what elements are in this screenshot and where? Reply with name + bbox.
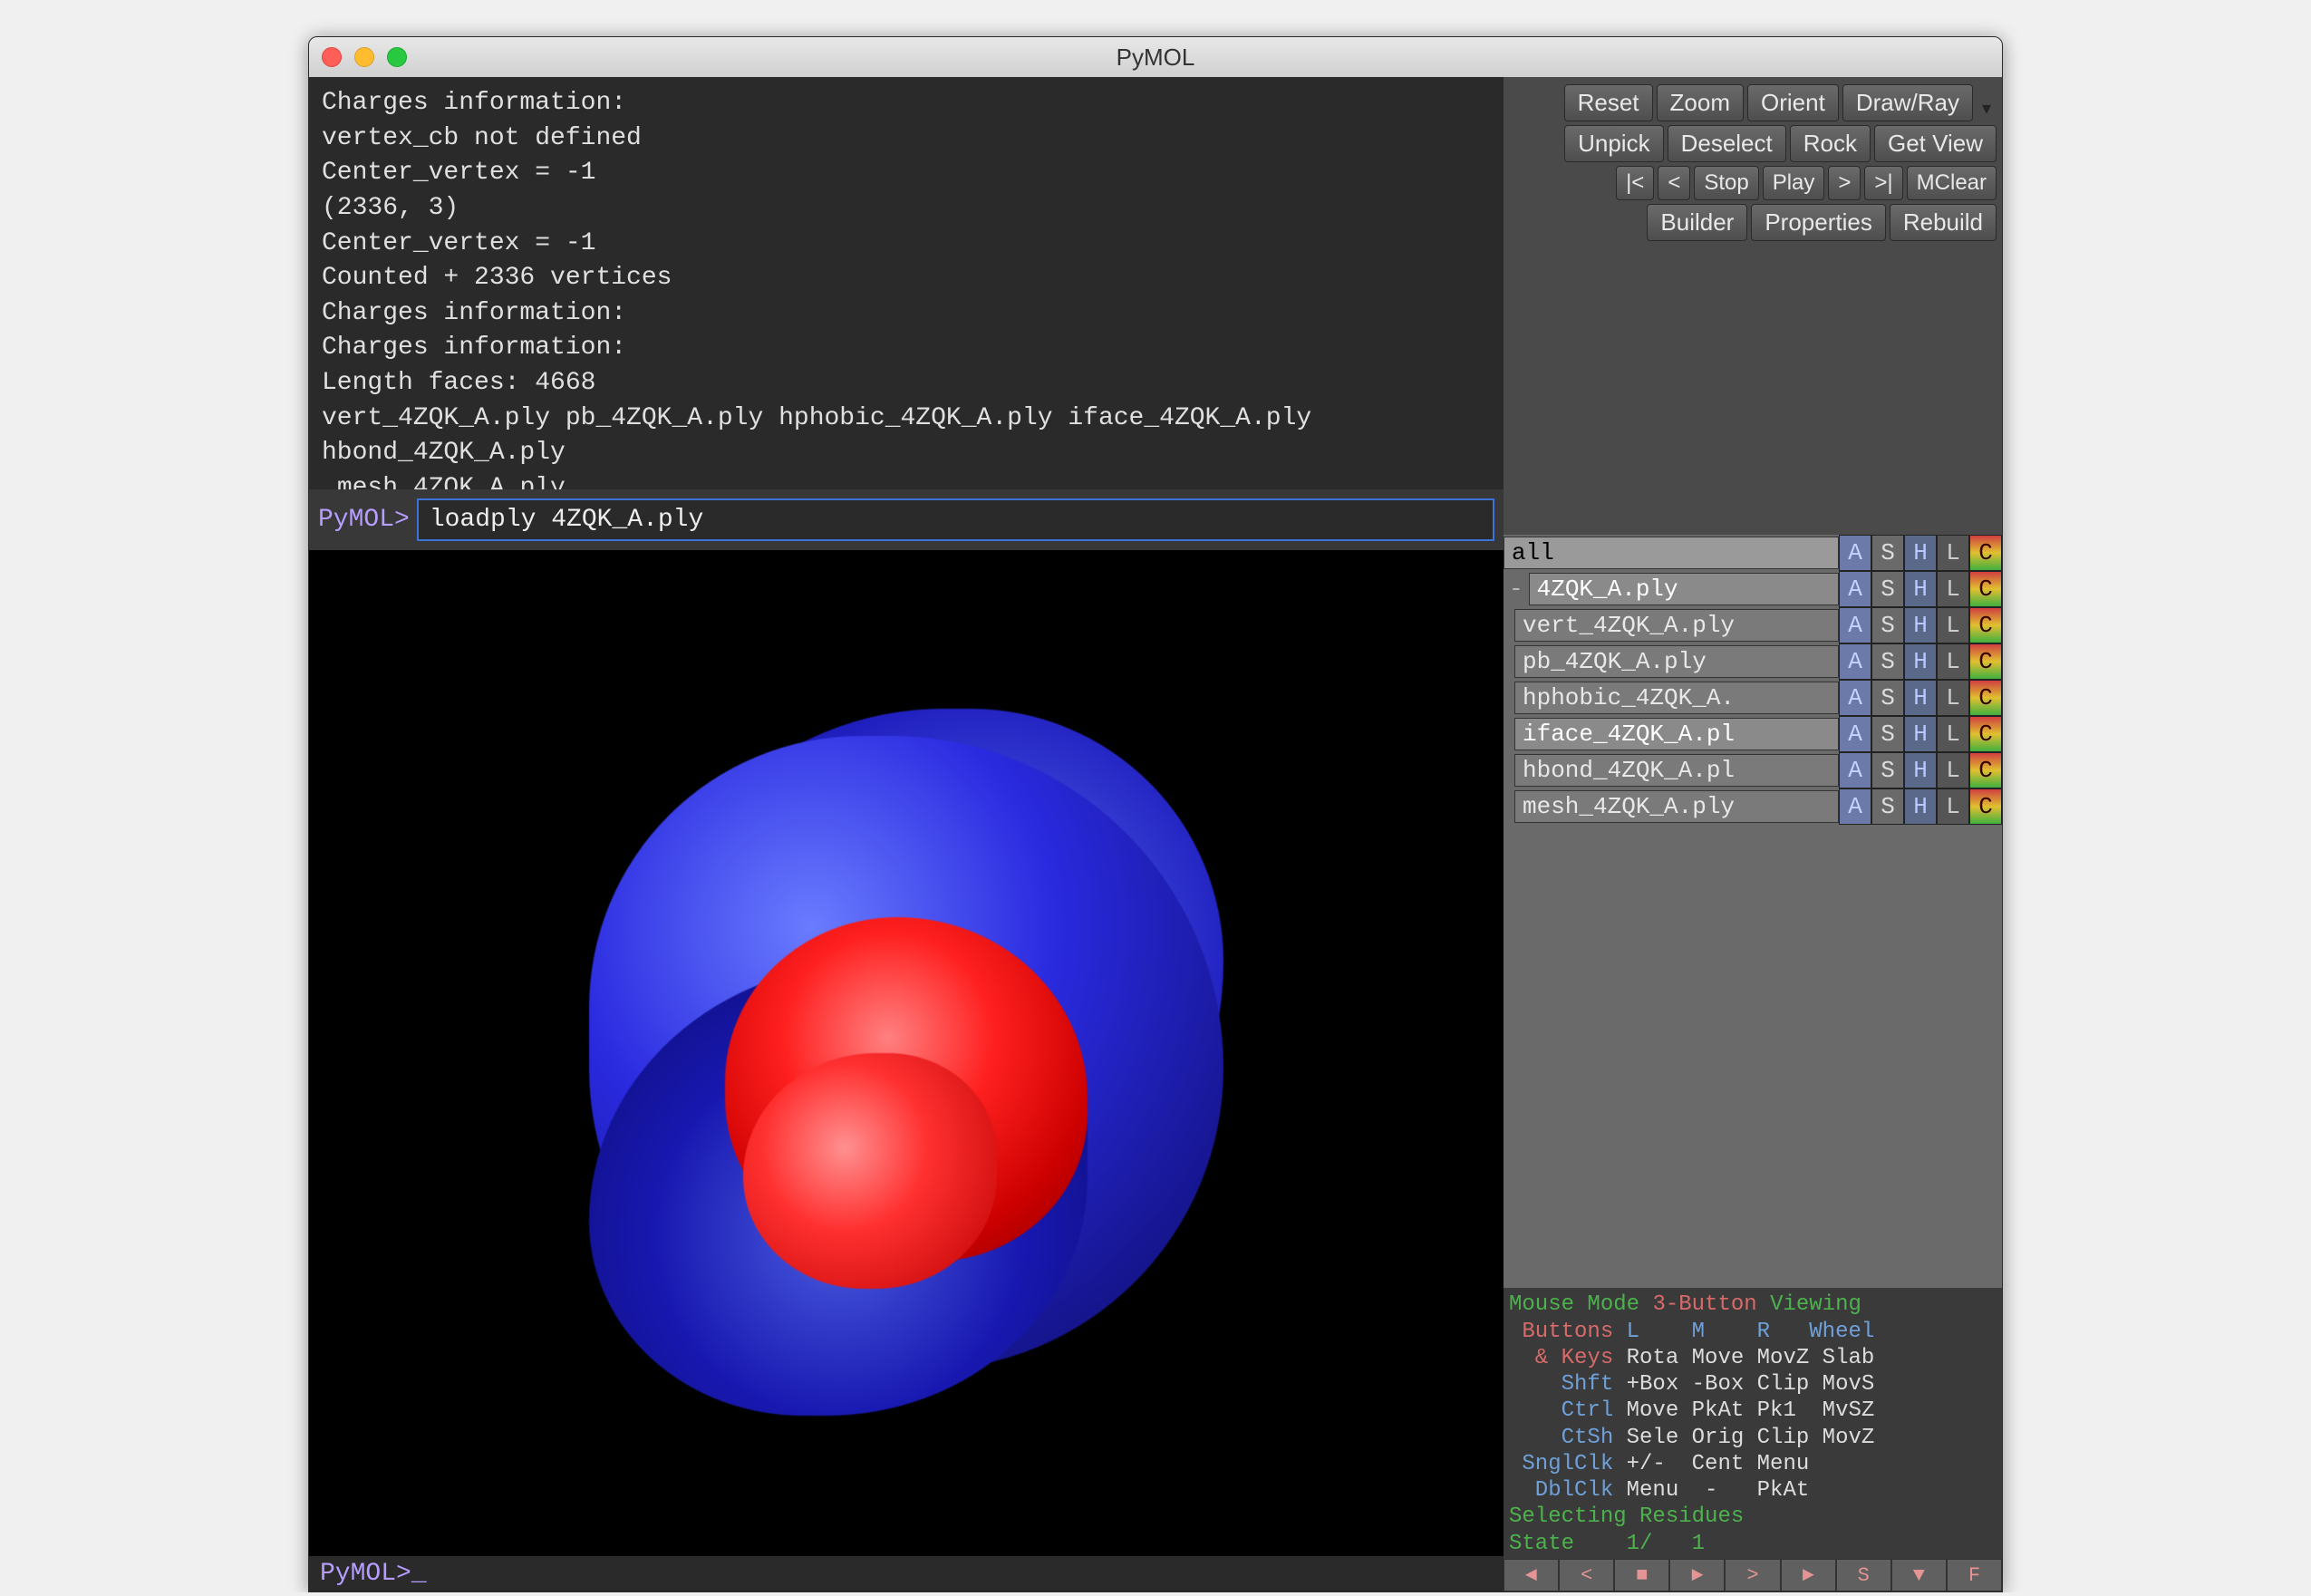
pymol-window: PyMOL Charges information: vertex_cb not… <box>308 36 2003 1592</box>
show-button[interactable]: S <box>1871 535 1904 571</box>
getview-button[interactable]: Get View <box>1874 125 1997 162</box>
mclear-button[interactable]: MClear <box>1907 166 1997 200</box>
playbar-fwd[interactable]: > <box>1725 1559 1780 1591</box>
mouse-mode-info: Mouse Mode 3-Button Viewing Buttons L M … <box>1504 1288 2002 1559</box>
unpick-button[interactable]: Unpick <box>1564 125 1663 162</box>
label-button[interactable]: L <box>1937 535 1969 571</box>
titlebar: PyMOL <box>309 37 2002 77</box>
play-button[interactable]: Play <box>1763 166 1825 200</box>
playbar-f[interactable]: F <box>1947 1559 2002 1591</box>
playbar-stop[interactable]: ■ <box>1614 1559 1669 1591</box>
orient-button[interactable]: Orient <box>1747 84 1839 121</box>
object-row[interactable]: pb_4ZQK_A.ply ASHLC <box>1504 643 2002 680</box>
reset-button[interactable]: Reset <box>1564 84 1653 121</box>
movie-playbar: ◄ < ■ ► > ► S ▼ F <box>1504 1559 2002 1591</box>
window-title: PyMOL <box>309 44 2002 72</box>
bottom-prompt[interactable]: PyMOL>_ <box>309 1556 1504 1591</box>
action-button[interactable]: A <box>1839 535 1871 571</box>
menu-arrow-icon[interactable]: ▾ <box>1977 95 1997 121</box>
object-row[interactable]: vert_4ZQK_A.ply ASHLC <box>1504 607 2002 643</box>
playbar-ff[interactable]: ► <box>1781 1559 1836 1591</box>
playbar-down[interactable]: ▼ <box>1891 1559 1947 1591</box>
object-row[interactable]: hphobic_4ZQK_A. ASHLC <box>1504 680 2002 716</box>
playbar-s[interactable]: S <box>1836 1559 1891 1591</box>
rebuild-button[interactable]: Rebuild <box>1890 204 1997 241</box>
builder-button[interactable]: Builder <box>1647 204 1747 241</box>
color-button[interactable]: C <box>1969 535 2002 571</box>
last-frame-button[interactable]: >| <box>1864 166 1902 200</box>
playbar-play[interactable]: ► <box>1669 1559 1725 1591</box>
toolbar: Reset Zoom Orient Draw/Ray ▾ Unpick Dese… <box>1504 77 2002 245</box>
object-row-all[interactable]: all A S H L C <box>1504 535 2002 571</box>
first-frame-button[interactable]: |< <box>1616 166 1654 200</box>
playbar-back[interactable]: < <box>1559 1559 1614 1591</box>
object-row[interactable]: - 4ZQK_A.ply ASHLC <box>1504 571 2002 607</box>
object-row[interactable]: iface_4ZQK_A.pl ASHLC <box>1504 716 2002 752</box>
command-prompt: PyMOL> <box>318 506 410 534</box>
hide-button[interactable]: H <box>1904 535 1937 571</box>
object-list: all A S H L C - 4ZQK_A.ply ASHLC <box>1504 535 2002 825</box>
zoom-button[interactable]: Zoom <box>1657 84 1744 121</box>
playbar-rewind[interactable]: ◄ <box>1504 1559 1559 1591</box>
object-row[interactable]: hbond_4ZQK_A.pl ASHLC <box>1504 752 2002 788</box>
object-row[interactable]: mesh_4ZQK_A.ply ASHLC <box>1504 788 2002 825</box>
deselect-button[interactable]: Deselect <box>1668 125 1786 162</box>
command-row: PyMOL> <box>309 489 1504 550</box>
rock-button[interactable]: Rock <box>1790 125 1871 162</box>
command-input[interactable] <box>417 498 1494 541</box>
prev-frame-button[interactable]: < <box>1658 166 1690 200</box>
next-frame-button[interactable]: > <box>1828 166 1861 200</box>
console-output: Charges information: vertex_cb not defin… <box>309 77 1504 489</box>
viewer-3d[interactable] <box>309 550 1504 1556</box>
properties-button[interactable]: Properties <box>1751 204 1886 241</box>
drawray-button[interactable]: Draw/Ray <box>1842 84 1973 121</box>
stop-button[interactable]: Stop <box>1694 166 1758 200</box>
